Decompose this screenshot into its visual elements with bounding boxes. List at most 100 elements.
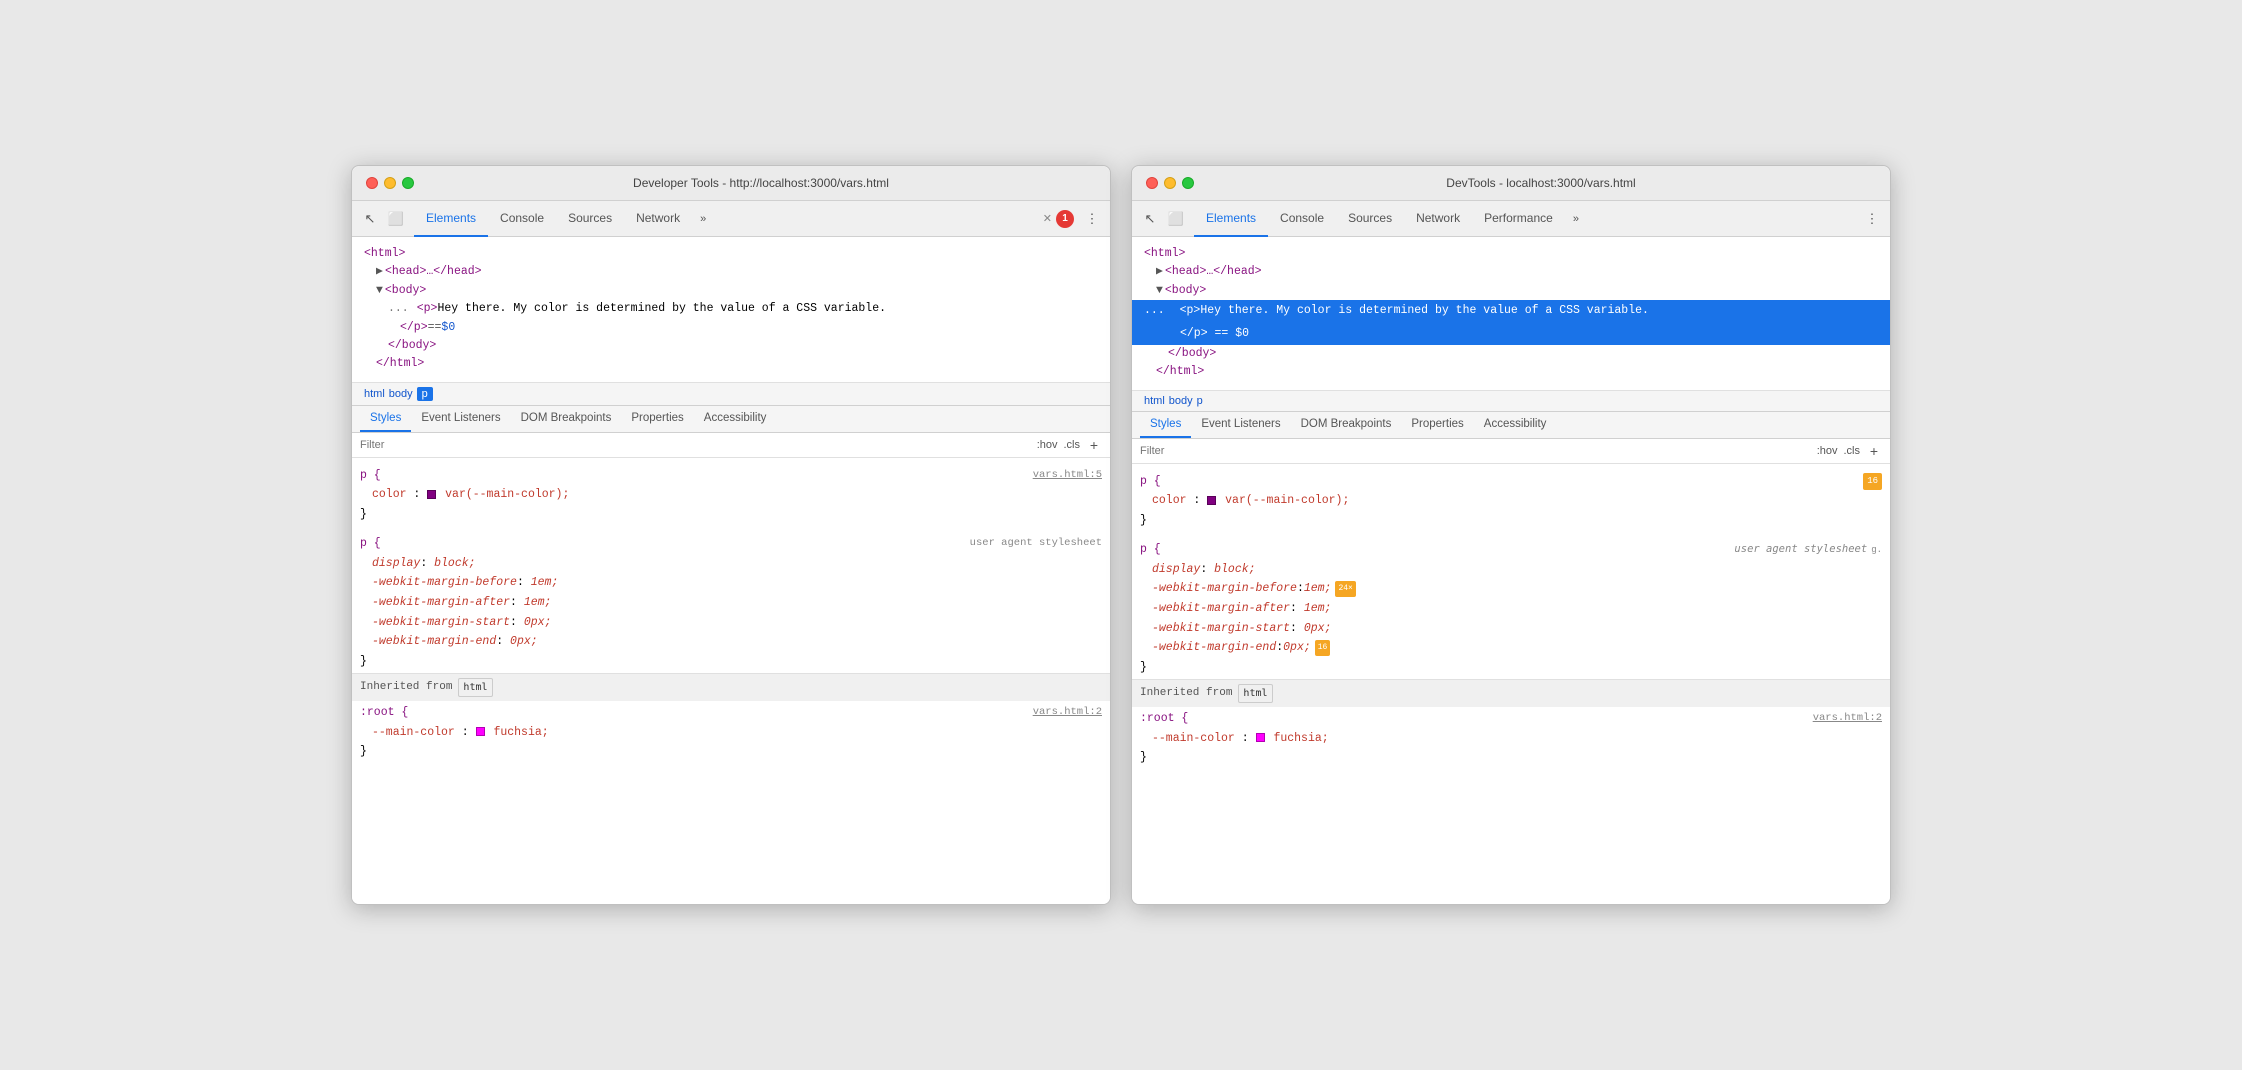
inherited-html-badge-right: html xyxy=(1238,684,1272,703)
styles-filter-bar-left: :hov .cls + xyxy=(352,433,1110,458)
eq-sign-left: == xyxy=(428,319,442,337)
styles-tab-dom-left[interactable]: DOM Breakpoints xyxy=(511,406,622,432)
window-title-left: Developer Tools - http://localhost:3000/… xyxy=(426,176,1096,190)
ua-display-left: display: block; xyxy=(372,554,1102,574)
ua-source-left: user agent stylesheet xyxy=(970,535,1102,553)
hov-btn-left[interactable]: :hov xyxy=(1037,439,1058,451)
p-ua-selector-left: p { xyxy=(360,534,381,554)
more-tabs-right[interactable]: » xyxy=(1565,201,1587,237)
styles-tab-events-right[interactable]: Event Listeners xyxy=(1191,412,1290,438)
p-source-left[interactable]: vars.html:5 xyxy=(1033,467,1102,485)
fuchsia-swatch-right[interactable] xyxy=(1256,733,1265,742)
filter-input-left[interactable] xyxy=(360,439,1029,451)
dom-line-html-close-right: </html> xyxy=(1156,363,1878,381)
device-icon-right[interactable]: ⬜ xyxy=(1166,209,1186,229)
root-rule-close-right: } xyxy=(1140,748,1882,768)
head-arrow-right[interactable]: ▶ xyxy=(1156,263,1163,281)
close-button-right[interactable] xyxy=(1146,177,1158,189)
dom-line-p-close-selected-right[interactable]: </p> == $0 xyxy=(1132,323,1890,345)
styles-tabs-bar-left: Styles Event Listeners DOM Breakpoints P… xyxy=(352,406,1110,433)
dom-line-p-selected-right[interactable]: ... <p>Hey there. My color is determined… xyxy=(1132,300,1890,322)
styles-tabs-bar-right: Styles Event Listeners DOM Breakpoints P… xyxy=(1132,412,1890,439)
hov-btn-right[interactable]: :hov xyxy=(1817,445,1838,457)
close-button-left[interactable] xyxy=(366,177,378,189)
body-arrow-right[interactable]: ▼ xyxy=(1156,282,1163,300)
body-arrow[interactable]: ▼ xyxy=(376,282,383,300)
breadcrumb-body-right[interactable]: body xyxy=(1169,395,1193,407)
breadcrumb-p-right[interactable]: p xyxy=(1197,395,1203,407)
cursor-icon-right[interactable]: ↖ xyxy=(1140,209,1160,229)
styles-tab-props-right[interactable]: Properties xyxy=(1401,412,1473,438)
css-rule-p-ua-left: p { user agent stylesheet display: block… xyxy=(352,532,1110,673)
dom-line-body[interactable]: ▼ <body> xyxy=(376,282,1098,300)
dom-line-body-right[interactable]: ▼ <body> xyxy=(1156,282,1878,300)
p-content-right: <p>Hey there. My color is determined by … xyxy=(1180,304,1649,317)
rule-body-ua-right: display: block; -webkit-margin-before: 1… xyxy=(1152,560,1882,658)
tab-elements-left[interactable]: Elements xyxy=(414,201,488,237)
ua-mb-prop: -webkit-margin-before xyxy=(372,576,517,589)
p-selector-right: p { xyxy=(1140,472,1161,492)
p-open-tag-right: <p> xyxy=(1180,304,1201,317)
styles-tab-dom-right[interactable]: DOM Breakpoints xyxy=(1291,412,1402,438)
styles-tab-styles-left[interactable]: Styles xyxy=(360,406,411,432)
styles-tab-events-left[interactable]: Event Listeners xyxy=(411,406,510,432)
tab-console-left[interactable]: Console xyxy=(488,201,556,237)
ua-display-val: block; xyxy=(434,557,475,570)
ua-source-text-right: user agent stylesheet xyxy=(1734,541,1867,559)
ua-ma-val: 1em; xyxy=(524,596,552,609)
color-swatch-left[interactable] xyxy=(427,490,436,499)
maximize-button-right[interactable] xyxy=(1182,177,1194,189)
ua-orange-marker2-right: 16 xyxy=(1315,640,1331,656)
styles-tab-styles-right[interactable]: Styles xyxy=(1140,412,1191,438)
rule-header-root-right: :root { vars.html:2 xyxy=(1140,709,1882,729)
styles-tab-a11y-left[interactable]: Accessibility xyxy=(694,406,777,432)
main-color-prop-right: --main-color xyxy=(1152,732,1235,745)
maximize-button-left[interactable] xyxy=(402,177,414,189)
root-source-left[interactable]: vars.html:2 xyxy=(1033,704,1102,722)
add-style-btn-right[interactable]: + xyxy=(1866,443,1882,459)
fuchsia-swatch-left[interactable] xyxy=(476,727,485,736)
ua-margin-start-right: -webkit-margin-start: 0px; xyxy=(1152,619,1882,639)
more-tabs-left[interactable]: » xyxy=(692,201,714,237)
ua-margin-after-right: -webkit-margin-after: 1em; xyxy=(1152,599,1882,619)
head-tag-right: <head>…</head> xyxy=(1165,263,1262,281)
breadcrumb-html-right[interactable]: html xyxy=(1144,395,1165,407)
title-bar-right: DevTools - localhost:3000/vars.html xyxy=(1132,166,1890,201)
device-icon[interactable]: ⬜ xyxy=(386,209,406,229)
head-arrow[interactable]: ▶ xyxy=(376,263,383,281)
minimize-button-right[interactable] xyxy=(1164,177,1176,189)
kebab-menu-right[interactable]: ⋮ xyxy=(1862,209,1882,229)
kebab-menu-left[interactable]: ⋮ xyxy=(1082,209,1102,229)
tab-performance-right[interactable]: Performance xyxy=(1472,201,1565,237)
ua-margin-before-right: -webkit-margin-before: 1em; 24× xyxy=(1152,579,1882,599)
filter-input-right[interactable] xyxy=(1140,445,1809,457)
tab-elements-right[interactable]: Elements xyxy=(1194,201,1268,237)
devtools-right: DevTools - localhost:3000/vars.html ↖ ⬜ … xyxy=(1131,165,1891,905)
tab-sources-right[interactable]: Sources xyxy=(1336,201,1404,237)
cls-btn-left[interactable]: .cls xyxy=(1064,439,1081,451)
root-source-right[interactable]: vars.html:2 xyxy=(1813,710,1882,728)
breadcrumb-body-left[interactable]: body xyxy=(389,388,413,400)
cls-btn-right[interactable]: .cls xyxy=(1844,445,1861,457)
ua-display-prop: display xyxy=(372,557,420,570)
tab-console-right[interactable]: Console xyxy=(1268,201,1336,237)
cursor-icon[interactable]: ↖ xyxy=(360,209,380,229)
tab-network-right[interactable]: Network xyxy=(1404,201,1472,237)
styles-panel-right: :hov .cls + p { 16 color : var( xyxy=(1132,439,1890,904)
rule-body-p-right: color : var(--main-color); xyxy=(1152,491,1882,511)
styles-tab-a11y-right[interactable]: Accessibility xyxy=(1474,412,1557,438)
dom-line-head-right[interactable]: ▶ <head>…</head> xyxy=(1156,263,1878,281)
color-swatch-right[interactable] xyxy=(1207,496,1216,505)
tab-network-left[interactable]: Network xyxy=(624,201,692,237)
add-style-btn-left[interactable]: + xyxy=(1086,437,1102,453)
minimize-button-left[interactable] xyxy=(384,177,396,189)
tab-sources-left[interactable]: Sources xyxy=(556,201,624,237)
styles-tab-props-left[interactable]: Properties xyxy=(621,406,693,432)
head-tag: <head>…</head> xyxy=(385,263,482,281)
fuchsia-value-right: fuchsia; xyxy=(1273,732,1328,745)
breadcrumb-html-left[interactable]: html xyxy=(364,388,385,400)
breadcrumb-p-left[interactable]: p xyxy=(417,387,433,401)
filter-actions-left: :hov .cls + xyxy=(1037,437,1102,453)
styles-filter-bar-right: :hov .cls + xyxy=(1132,439,1890,464)
dom-line-head[interactable]: ▶ <head>…</head> xyxy=(376,263,1098,281)
